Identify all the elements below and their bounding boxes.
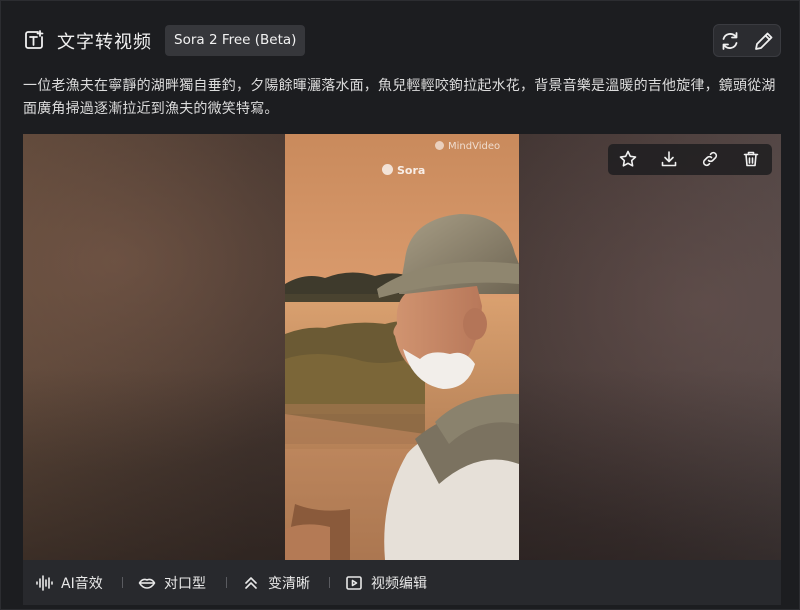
text-to-video-icon — [23, 29, 45, 51]
prompt-text: 一位老漁夫在寧靜的湖畔獨自垂釣，夕陽餘暉灑落水面，魚兒輕輕咬鉤拉起水花，背景音樂… — [23, 78, 776, 117]
mindvideo-logo-icon — [435, 141, 444, 150]
pencil-icon — [755, 32, 773, 50]
video-preview[interactable]: MindVideo Sora — [23, 134, 781, 560]
download-button[interactable] — [659, 149, 679, 169]
ai-sound-effect-button[interactable]: AI音效 — [35, 560, 103, 605]
tool-label: 对口型 — [164, 575, 206, 592]
trash-icon — [743, 151, 759, 167]
preview-actions — [608, 144, 772, 175]
link-icon — [702, 151, 718, 167]
download-icon — [661, 151, 677, 167]
edit-button[interactable] — [753, 30, 775, 52]
tool-label: AI音效 — [61, 575, 103, 592]
copy-link-button[interactable] — [700, 149, 720, 169]
lips-icon — [138, 578, 156, 589]
page-title: 文字转视频 — [57, 32, 152, 53]
favorite-button[interactable] — [618, 149, 638, 169]
video-result-card: 文字转视频 Sora 2 Free (Beta) 一位老漁夫在寧靜的湖畔獨自垂釣… — [0, 0, 800, 610]
lip-sync-button[interactable]: 对口型 — [138, 560, 206, 605]
video-edit-icon — [346, 575, 362, 590]
model-badge[interactable]: Sora 2 Free (Beta) — [165, 25, 306, 56]
tool-label: 视频编辑 — [371, 575, 427, 592]
video-tools-toolbar: AI音效 对口型 变清晰 视频编辑 — [23, 560, 781, 605]
enhance-clarity-button[interactable]: 变清晰 — [242, 560, 310, 605]
toolbar-divider — [226, 577, 227, 588]
sound-wave-icon — [36, 574, 53, 591]
star-icon — [619, 150, 637, 167]
mindvideo-watermark: MindVideo — [435, 141, 500, 152]
video-thumbnail[interactable]: MindVideo Sora — [285, 134, 519, 560]
sora-logo-icon — [382, 164, 393, 175]
video-frame-image — [285, 134, 519, 560]
sora-watermark: Sora — [382, 164, 425, 177]
tool-label: 变清晰 — [268, 575, 310, 592]
header-actions — [713, 24, 781, 57]
regenerate-button[interactable] — [719, 30, 741, 52]
delete-button[interactable] — [741, 149, 761, 169]
card-header: 文字转视频 Sora 2 Free (Beta) — [1, 1, 800, 81]
toolbar-divider — [122, 577, 123, 588]
video-edit-button[interactable]: 视频编辑 — [345, 560, 427, 605]
double-chevron-up-icon — [245, 576, 257, 589]
refresh-icon — [722, 32, 738, 50]
toolbar-divider — [329, 577, 330, 588]
